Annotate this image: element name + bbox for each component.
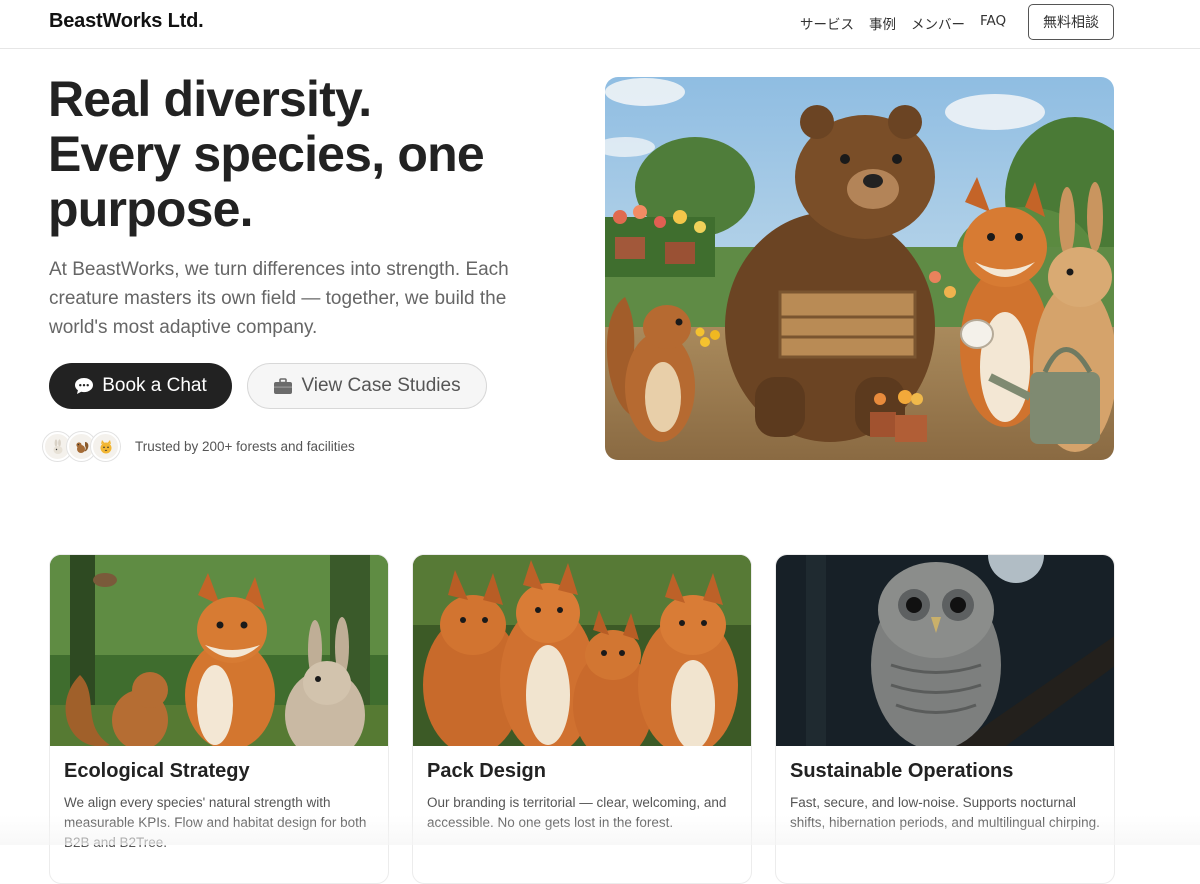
card-title: Pack Design: [427, 760, 546, 782]
card-image-night-owl: [776, 555, 1114, 750]
hero-image-bear-fox-rabbit-squirrel: [605, 77, 1114, 460]
card-title: Sustainable Operations: [790, 760, 1014, 782]
card-title: Ecological Strategy: [64, 760, 250, 782]
hero-title-line: Every species, one: [48, 126, 485, 182]
nav-link-members[interactable]: メンバー: [911, 13, 965, 33]
card-description: Fast, secure, and low-noise. Supports no…: [790, 795, 1100, 830]
hero-description: At BeastWorks, we turn differences into …: [49, 259, 509, 338]
briefcase-icon: [273, 377, 293, 395]
view-case-studies-button[interactable]: View Case Studies: [247, 363, 487, 409]
trust-text: Trusted by 200+ forests and facilities: [135, 439, 355, 454]
card-image-fox-pack: [413, 555, 751, 760]
book-chat-button[interactable]: Book a Chat: [49, 363, 232, 409]
chat-bubble-icon: [74, 377, 94, 395]
site-header: BeastWorks Ltd. サービス 事例 メンバー FAQ 無料相談: [0, 0, 1200, 49]
card-description: Our branding is territorial — clear, wel…: [427, 795, 727, 830]
main-nav: サービス 事例 メンバー FAQ: [800, 13, 1006, 33]
cat-icon: [91, 432, 120, 461]
free-consultation-button[interactable]: 無料相談: [1028, 4, 1114, 40]
nav-link-cases[interactable]: 事例: [869, 13, 896, 33]
hero-title-line: purpose.: [48, 181, 254, 237]
trust-row: Trusted by 200+ forests and facilities: [43, 432, 355, 461]
card-image-forest-animals: [50, 555, 388, 760]
hero-title-line: Real diversity.: [48, 71, 372, 127]
nav-link-faq[interactable]: FAQ: [980, 13, 1006, 33]
nav-link-services[interactable]: サービス: [800, 13, 854, 33]
view-case-studies-label: View Case Studies: [301, 375, 461, 396]
card-description: We align every species' natural strength…: [64, 795, 367, 850]
book-chat-label: Book a Chat: [102, 375, 207, 396]
hero-title: Real diversity. Every species, one purpo…: [48, 72, 588, 237]
service-card-sustainable-operations[interactable]: Sustainable Operations Fast, secure, and…: [775, 554, 1115, 884]
service-card-ecological-strategy[interactable]: Ecological Strategy We align every speci…: [49, 554, 389, 884]
brand-logo[interactable]: BeastWorks Ltd.: [49, 10, 204, 33]
service-card-pack-design[interactable]: Pack Design Our branding is territorial …: [412, 554, 752, 884]
